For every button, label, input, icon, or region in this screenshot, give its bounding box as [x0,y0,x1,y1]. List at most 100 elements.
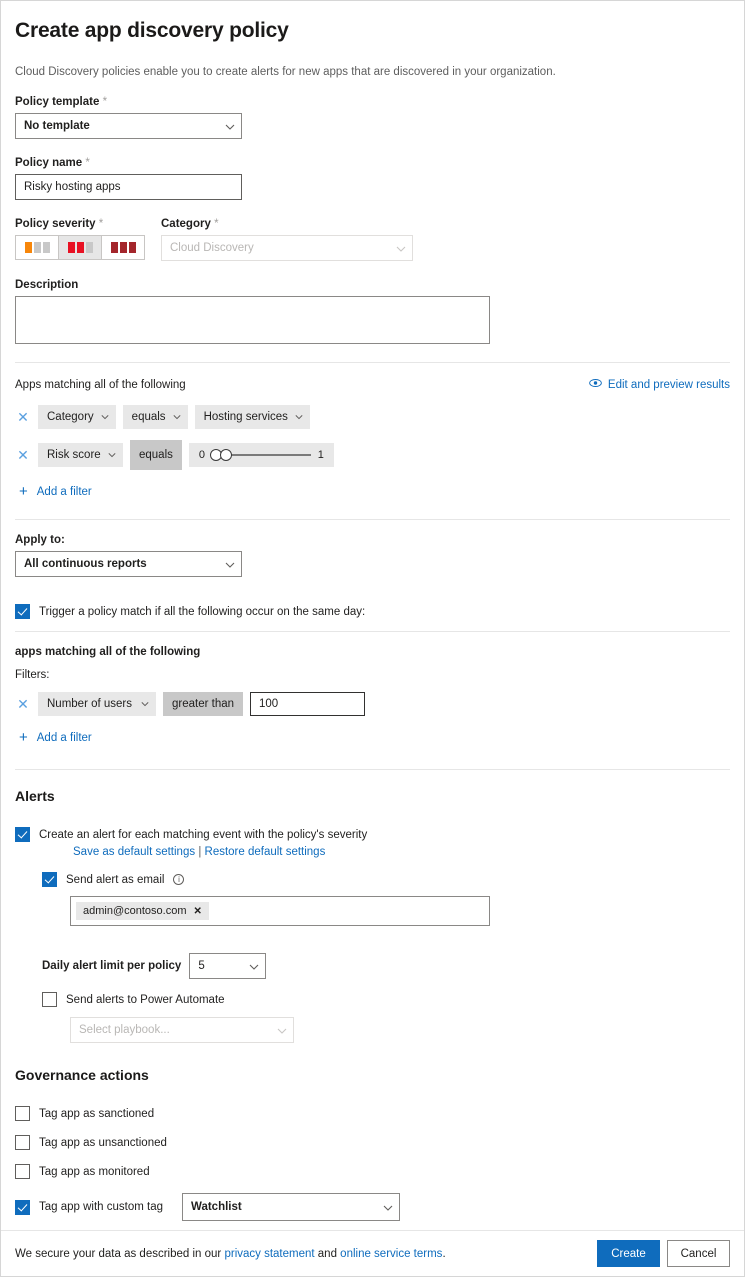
power-automate-row: Send alerts to Power Automate [42,992,730,1007]
create-alert-label: Create an alert for each matching event … [39,829,367,841]
filter-field-select[interactable]: Risk score [38,443,123,467]
severity-low-button[interactable] [15,235,59,260]
filter-operator-static: greater than [163,692,243,716]
tag-app-with-custom-tag-checkbox[interactable] [15,1200,30,1215]
apply-to-label: Apply to: [15,534,730,546]
chevron-down-icon [383,1203,391,1211]
required-asterisk: * [85,157,89,169]
policy-template-label-text: Policy template [15,96,99,108]
slider-min-label: 0 [199,449,205,461]
info-icon[interactable]: i [173,874,184,885]
risk-score-range-slider[interactable]: 0 1 [189,443,334,467]
chevron-down-icon [225,560,233,568]
chevron-down-icon [396,244,404,252]
policy-template-select[interactable]: No template [15,113,242,139]
tag-app-as-monitored-label: Tag app as monitored [39,1166,150,1178]
send-email-row: Send alert as email i [42,872,730,887]
footer-buttons: Create Cancel [597,1240,730,1267]
trigger-policy-match-label: Trigger a policy match if all the follow… [39,606,365,618]
online-service-terms-link[interactable]: online service terms [340,1248,442,1260]
governance-item: Tag app with custom tag Watchlist [15,1193,730,1221]
policy-name-input[interactable]: Risky hosting apps [15,174,242,200]
apply-to-select[interactable]: All continuous reports [15,551,242,577]
chevron-down-icon [295,413,303,421]
remove-email-token-icon[interactable]: ✕ [194,906,202,917]
plus-icon: + [19,730,28,745]
edit-and-preview-results-link[interactable]: Edit and preview results [589,378,730,391]
filter-field-value: Category [47,411,94,423]
chevron-down-icon [108,451,116,459]
remove-filter-icon[interactable]: ✕ [15,448,31,462]
tag-app-with-custom-tag-label: Tag app with custom tag [39,1201,163,1213]
email-recipients-input[interactable]: admin@contoso.com ✕ [70,896,490,926]
tag-app-as-unsanctioned-label: Tag app as unsanctioned [39,1137,167,1149]
chevron-down-icon [225,122,233,130]
policy-name-label: Policy name * [15,157,730,169]
tag-app-as-unsanctioned-checkbox[interactable] [15,1135,30,1150]
send-alert-as-email-label: Send alert as email [66,874,164,886]
policy-template-value: No template [24,120,90,132]
filters-primary-header: Apps matching all of the following Edit … [15,378,730,391]
playbook-select: Select playbook... [70,1017,294,1043]
filter-field-select[interactable]: Number of users [38,692,156,716]
description-label: Description [15,279,730,291]
create-app-discovery-policy-dialog: Create app discovery policy Cloud Discov… [0,0,745,1277]
policy-severity-label: Policy severity * [15,218,147,230]
remove-filter-icon[interactable]: ✕ [15,697,31,711]
send-alerts-to-power-automate-checkbox[interactable] [42,992,57,1007]
filters-label: Filters: [15,669,730,681]
add-filter-button[interactable]: + Add a filter [19,484,730,499]
filter-operator-static: equals [130,440,182,470]
daily-alert-limit-label: Daily alert limit per policy [42,960,181,972]
slider-handle-high[interactable] [220,449,232,461]
chevron-down-icon [277,1026,285,1034]
filter-value-select[interactable]: Hosting services [195,405,310,429]
policy-template-label: Policy template * [15,96,730,108]
default-settings-links: Save as default settings | Restore defau… [73,846,730,858]
save-as-default-settings-link[interactable]: Save as default settings [73,846,195,858]
policy-name-label-text: Policy name [15,157,82,169]
daily-alert-limit-value: 5 [198,960,204,972]
email-token-label: admin@contoso.com [83,905,187,917]
filter-operator-value: equals [132,411,166,423]
create-alert-checkbox[interactable] [15,827,30,842]
link-separator: | [198,846,201,858]
privacy-statement-link[interactable]: privacy statement [224,1248,314,1260]
add-filter-button[interactable]: + Add a filter [19,730,730,745]
filter-field-select[interactable]: Category [38,405,116,429]
filter-field-value: Risk score [47,449,101,461]
playbook-placeholder: Select playbook... [79,1024,170,1036]
description-textarea[interactable] [15,296,490,344]
intro-text: Cloud Discovery policies enable you to c… [1,66,744,78]
trigger-policy-match-row: Trigger a policy match if all the follow… [15,604,730,619]
custom-tag-select[interactable]: Watchlist [182,1193,400,1221]
severity-high-button[interactable] [101,235,145,260]
send-alert-as-email-checkbox[interactable] [42,872,57,887]
apply-to-value: All continuous reports [24,558,147,570]
filter-value-input[interactable]: 100 [250,692,365,716]
severity-medium-button[interactable] [58,235,102,260]
page-title: Create app discovery policy [1,1,744,43]
tag-app-as-sanctioned-label: Tag app as sanctioned [39,1108,154,1120]
slider-track[interactable] [212,454,311,456]
policy-name-value: Risky hosting apps [24,181,121,193]
trigger-policy-match-checkbox[interactable] [15,604,30,619]
cancel-button[interactable]: Cancel [667,1240,730,1267]
category-select: Cloud Discovery [161,235,413,261]
footer-text-mid: and [315,1248,341,1260]
category-value: Cloud Discovery [170,242,254,254]
chevron-down-icon [249,962,257,970]
filter-operator-select[interactable]: equals [123,405,188,429]
restore-default-settings-link[interactable]: Restore default settings [205,846,326,858]
alerts-heading: Alerts [15,788,730,804]
tag-app-as-monitored-checkbox[interactable] [15,1164,30,1179]
tag-app-as-sanctioned-checkbox[interactable] [15,1106,30,1121]
remove-filter-icon[interactable]: ✕ [15,410,31,424]
create-button[interactable]: Create [597,1240,660,1267]
chevron-down-icon [141,700,149,708]
daily-alert-limit-select[interactable]: 5 [189,953,266,979]
filter-operator-value: equals [139,449,173,461]
plus-icon: + [19,484,28,499]
email-token: admin@contoso.com ✕ [76,902,209,920]
filter-operator-value: greater than [172,698,234,710]
